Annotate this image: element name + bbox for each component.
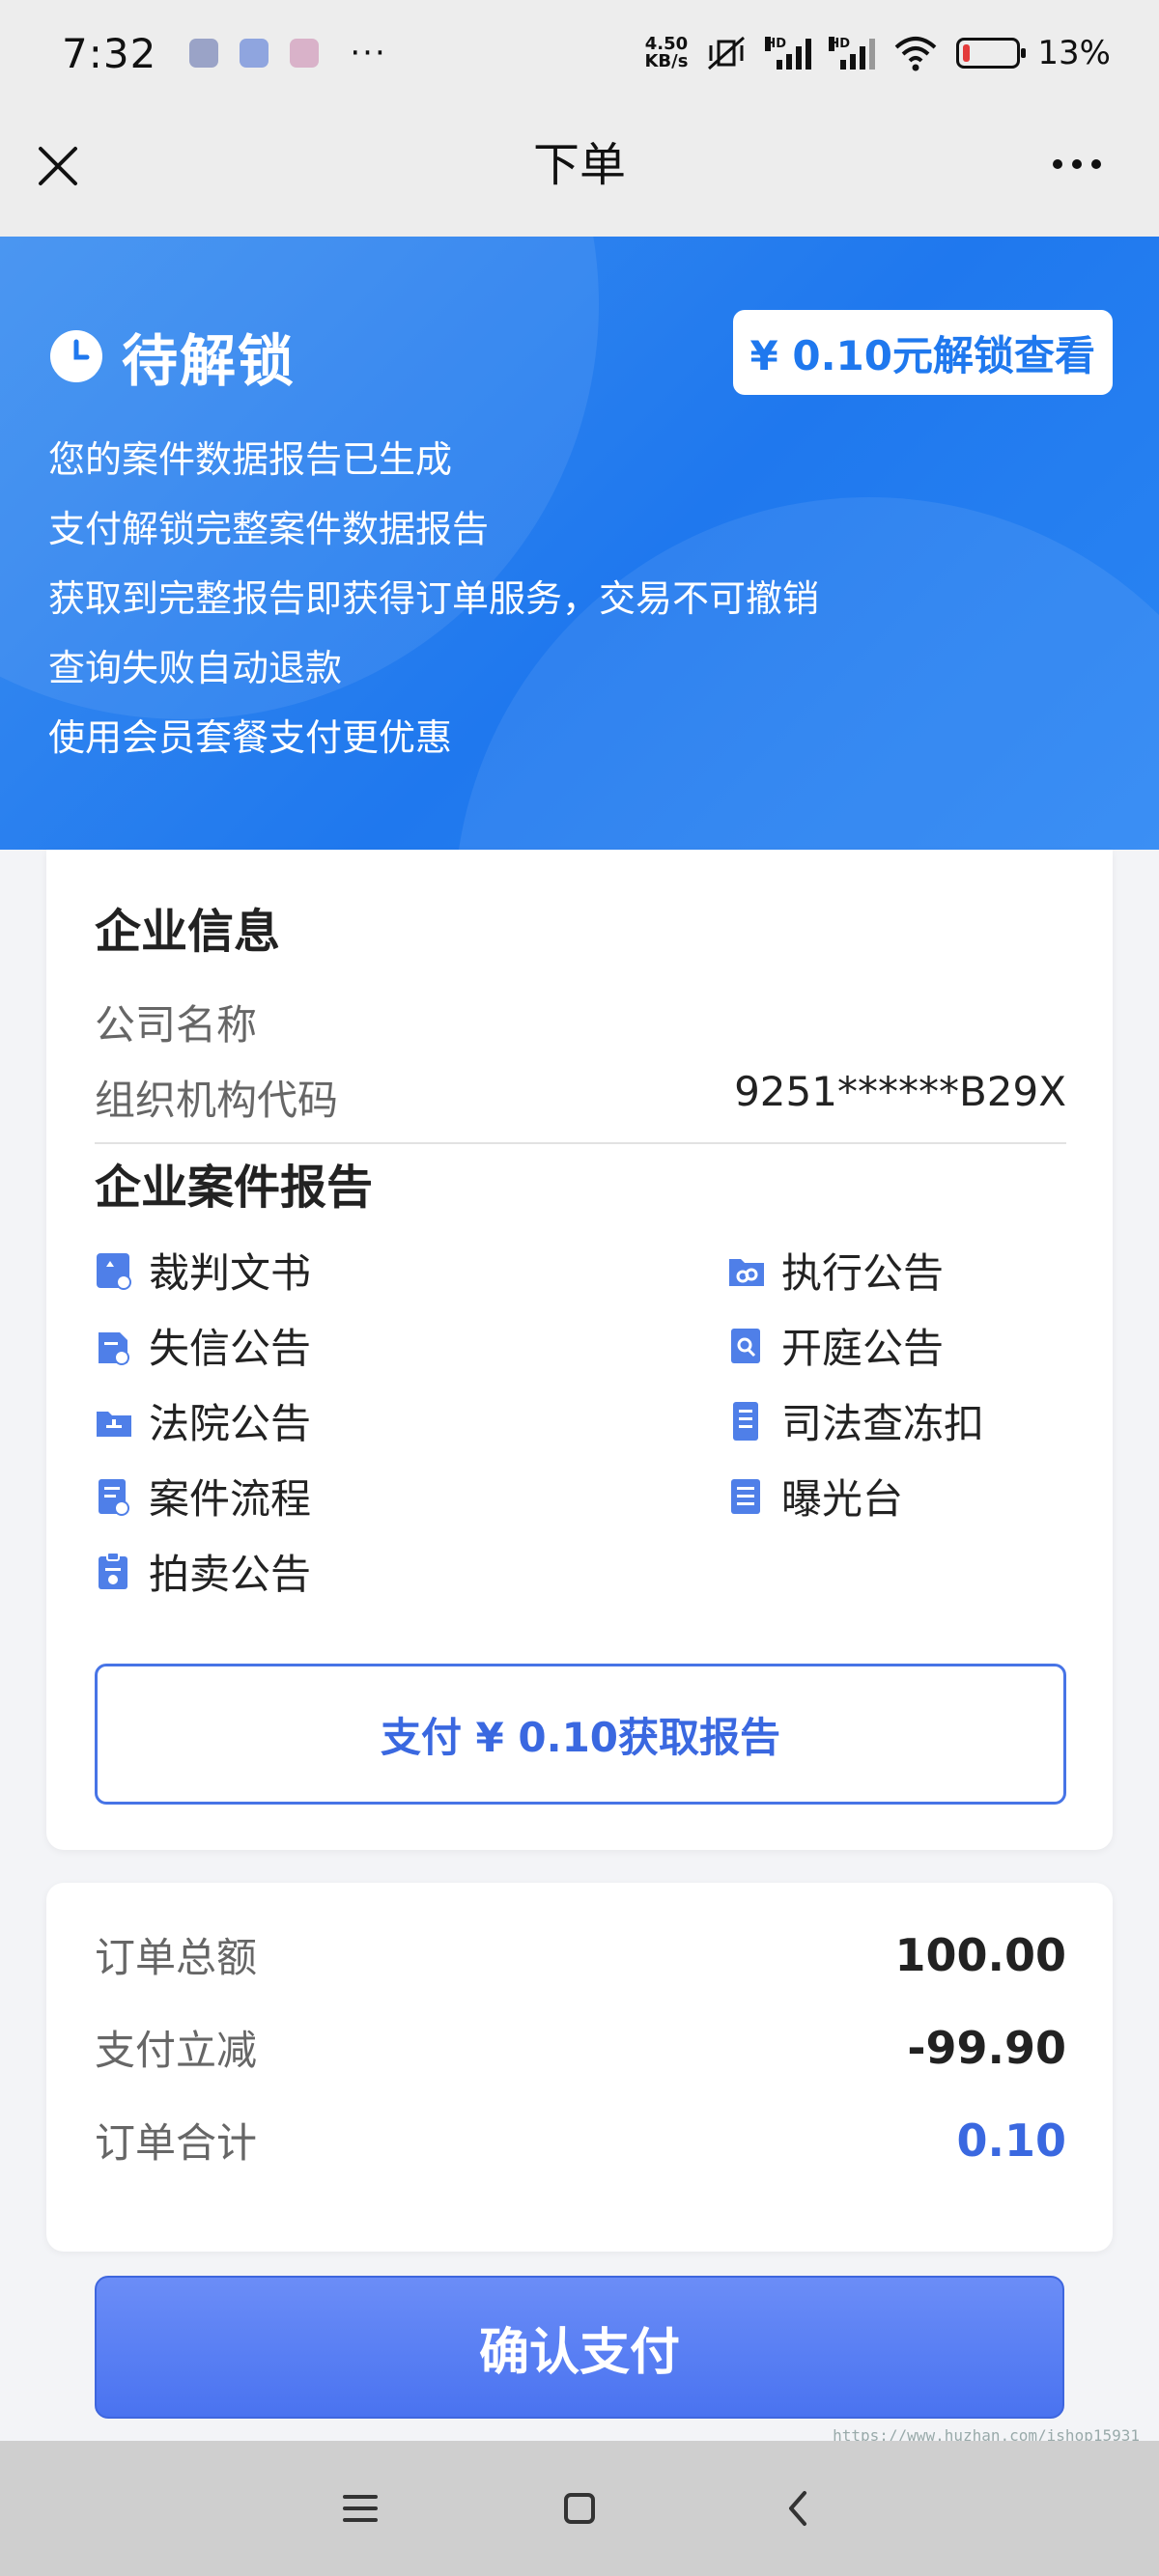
system-nav-bar [0,2441,1159,2576]
report-item-auction: 拍卖公告 [95,1542,311,1601]
signal-icon-2: HD [829,37,876,70]
pay-get-report-button[interactable]: 支付 ¥ 0.10获取报告 [95,1664,1066,1805]
discount-label: 支付立减 [95,2027,258,2074]
battery-icon [956,38,1027,69]
org-code-row: 组织机构代码 9251******B29X [95,1068,1066,1127]
confirm-payment-button[interactable]: 确认支付 [95,2276,1064,2419]
banner-line: 查询失败自动退款 [48,647,343,689]
judicial-freeze-icon [733,1401,758,1441]
battery-level [963,44,971,62]
exposure-icon [731,1478,760,1514]
order-sum-label: 订单合计 [95,2119,258,2167]
unlock-view-button[interactable]: ¥ 0.10元解锁查看 [732,310,1113,395]
banner-description: 您的案件数据报告已生成 支付解锁完整案件数据报告 获取到完整报告即获得订单服务，… [48,425,819,772]
order-summary-card: 订单总额 100.00 支付立减 -99.90 订单合计 0.10 [46,1883,1113,2252]
status-right: 4.50 KB/s HD HD 13% [644,34,1111,72]
more-menu-icon[interactable] [1053,154,1111,174]
dishonest-notice-icon [99,1331,129,1365]
company-name-label: 公司名称 [95,1001,258,1049]
banner-title: 待解锁 [122,328,297,394]
company-info-card: 企业信息 公司名称 组织机构代码 9251******B29X 企业案件报告 裁… [46,850,1113,1850]
auction-notice-icon [99,1551,127,1589]
report-item-dishonest: 失信公告 [95,1316,311,1375]
court-notice-icon [97,1411,131,1437]
order-total-label: 订单总额 [95,1934,258,1981]
case-report-title: 企业案件报告 [95,1161,374,1215]
title-bar: 下单 [0,106,1159,237]
network-speed: 4.50 KB/s [644,34,689,71]
banner-line: 获取到完整报告即获得订单服务，交易不可撤销 [48,577,820,620]
report-item-case-process: 案件流程 [95,1467,311,1526]
wifi-icon [895,37,937,71]
org-code-label: 组织机构代码 [95,1077,339,1124]
unlock-banner: 待解锁 ¥ 0.10元解锁查看 您的案件数据报告已生成 支付解锁完整案件数据报告… [0,237,1159,850]
signal-icon-1: HD [765,37,812,70]
order-total-row: 订单总额 100.00 [95,1925,1066,1984]
page-title: 下单 [532,137,626,192]
mute-vibrate-icon [708,36,746,70]
report-item-court-notice: 法院公告 [95,1391,311,1450]
home-icon[interactable] [551,2479,608,2537]
banner-line: 使用会员套餐支付更优惠 [48,716,453,759]
clock-icon [50,330,102,382]
app-notification-icon [290,39,320,68]
close-icon[interactable] [35,143,81,189]
banner-line: 您的案件数据报告已生成 [48,438,453,481]
report-item-execution: 执行公告 [727,1241,944,1300]
order-total-value: 100.00 [894,1928,1066,1981]
app-notification-icon [240,39,269,68]
case-process-icon [99,1478,129,1516]
app-notification-icon [189,39,219,68]
discount-row: 支付立减 -99.90 [95,2018,1066,2077]
back-icon[interactable] [770,2479,828,2537]
court-session-icon [731,1328,760,1363]
banner-header: 待解锁 [48,316,296,397]
status-time: 7:32 [62,29,157,77]
order-sum-value: 0.10 [956,2114,1067,2167]
org-code-value: 9251******B29X [734,1068,1066,1115]
company-info-title: 企业信息 [95,905,281,959]
battery-percent: 13% [1037,34,1111,72]
company-name-row: 公司名称 [95,993,1066,1051]
execution-notice-icon [729,1258,764,1286]
more-notifications-icon: ··· [350,34,387,72]
divider [95,1142,1066,1144]
judgment-doc-icon [97,1252,131,1290]
banner-line: 支付解锁完整案件数据报告 [48,508,490,550]
notification-icons: ··· [189,34,386,72]
order-page: 7:32 ··· 4.50 KB/s HD HD 13% 下单 待解锁 ¥ 0.… [0,0,1159,2576]
status-bar: 7:32 ··· 4.50 KB/s HD HD 13% [0,0,1159,106]
report-item-judgment: 裁判文书 [95,1241,311,1300]
discount-value: -99.90 [907,2021,1066,2074]
menu-icon[interactable] [331,2479,389,2537]
report-item-court-session: 开庭公告 [727,1316,944,1375]
report-item-judicial-freeze: 司法查冻扣 [727,1391,984,1450]
order-sum-row: 订单合计 0.10 [95,2111,1066,2170]
report-item-exposure: 曝光台 [727,1467,903,1526]
